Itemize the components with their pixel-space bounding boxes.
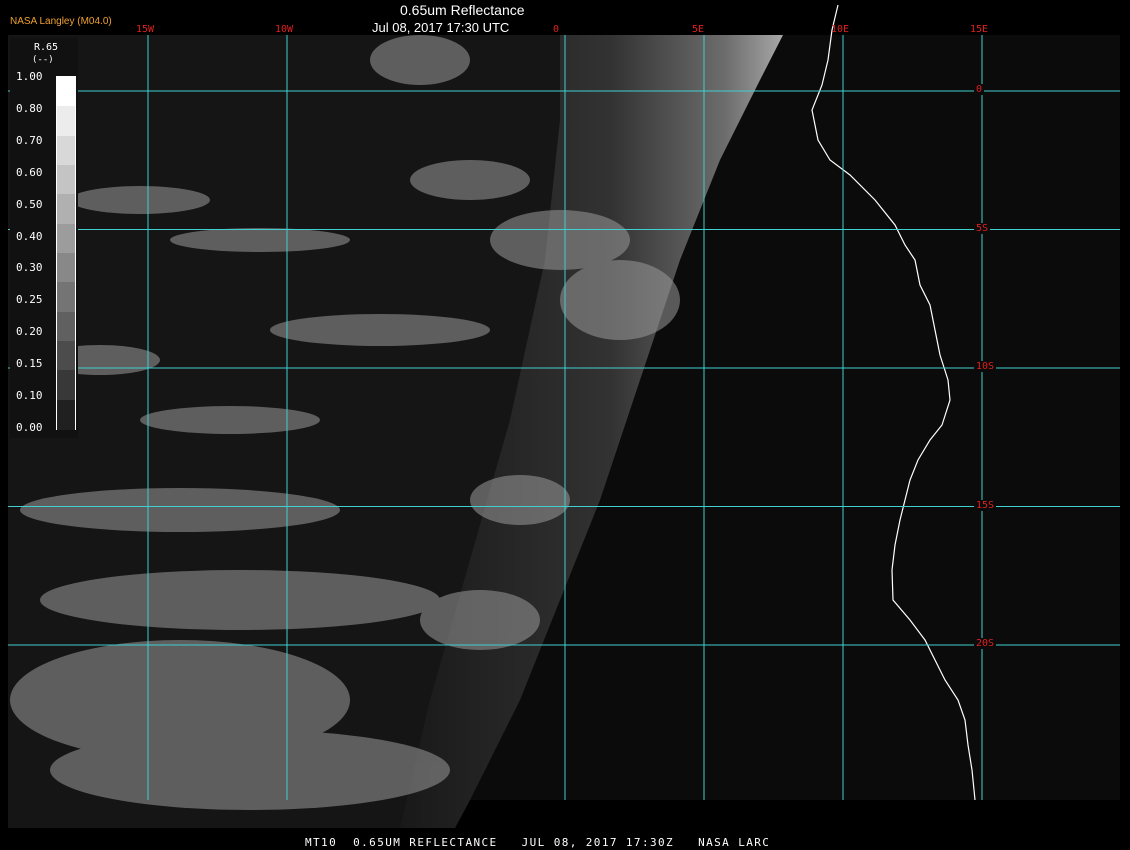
legend-tick-label: 0.20: [16, 325, 43, 339]
satellite-image-viewer: NASA Langley (M04.0) 0.65um Reflectance …: [0, 0, 1130, 850]
legend-swatch: [57, 194, 75, 225]
latitude-label: 20S: [974, 638, 997, 649]
legend-tick-label: 0.70: [16, 133, 43, 147]
longitude-label: 10W: [275, 24, 294, 35]
legend-title: R.65: [34, 42, 59, 53]
image-title: 0.65um Reflectance: [400, 2, 525, 18]
legend-tick-label: 0.15: [16, 357, 43, 371]
longitude-label: 15E: [970, 24, 989, 35]
legend-tick-label: 0.00: [16, 420, 43, 434]
longitude-label: 5E: [692, 24, 705, 35]
legend-tick-label: 0.30: [16, 261, 43, 275]
legend-swatch: [57, 253, 75, 283]
legend-swatch: [57, 399, 75, 430]
image-timestamp: Jul 08, 2017 17:30 UTC: [372, 20, 510, 35]
legend-tick-label: 0.80: [16, 101, 43, 115]
legend-tick-label: 0.10: [16, 389, 43, 402]
legend-color-bar: [56, 76, 76, 430]
legend-swatch: [57, 135, 75, 166]
legend-swatch: [57, 311, 75, 342]
legend-tick-label: 0.25: [16, 293, 43, 307]
legend-unit: (--): [32, 55, 54, 65]
color-legend: R.65 (--) 1.00 0.80 0.70 0.60 0.50 0.40 0.30 0.…: [10, 38, 78, 438]
legend-swatch: [57, 165, 75, 195]
credit-label: NASA Langley (M04.0): [10, 16, 112, 27]
legend-tick-label: 0.50: [16, 197, 43, 211]
longitude-label: 10E: [831, 24, 850, 35]
satellite-map[interactable]: [0, 0, 1130, 850]
legend-swatch: [57, 223, 75, 254]
latitude-label: 15S: [974, 499, 997, 511]
longitude-label: 0: [553, 24, 560, 35]
legend-swatch: [57, 282, 75, 313]
longitude-label: 15W: [136, 24, 155, 35]
latitude-label: 5S: [974, 222, 991, 234]
footer-caption: MT10 0.65UM REFLECTANCE JUL 08, 2017 17:…: [305, 836, 771, 849]
legend-swatch: [57, 341, 75, 371]
legend-swatch: [57, 106, 75, 137]
legend-tick-label: 0.60: [16, 165, 43, 179]
legend-tick-label: 1.00: [16, 70, 43, 83]
legend-swatch: [57, 370, 75, 401]
latitude-label: 0: [974, 84, 985, 95]
legend-tick-label: 0.40: [16, 229, 43, 243]
latitude-label: 10S: [974, 361, 997, 372]
legend-swatch: [57, 77, 75, 107]
